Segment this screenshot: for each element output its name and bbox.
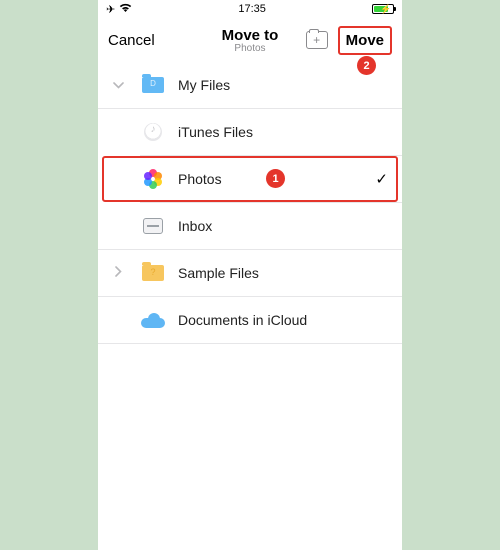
folder-row-inbox[interactable]: Inbox (98, 203, 402, 249)
folder-label: Inbox (168, 218, 388, 234)
checkmark-icon: ✓ (375, 170, 388, 188)
wifi-icon (119, 3, 132, 16)
folder-row-itunes[interactable]: iTunes Files (98, 109, 402, 155)
battery-icon: ⚡ (372, 4, 394, 14)
annotation-callout-1: 1 (266, 169, 285, 188)
inbox-icon (143, 218, 163, 234)
new-folder-icon[interactable]: + (306, 31, 328, 49)
move-button[interactable]: Move (338, 26, 392, 55)
icloud-icon (141, 313, 165, 328)
itunes-icon (144, 123, 162, 141)
folder-label: Sample Files (168, 265, 388, 281)
folder-label: iTunes Files (168, 124, 388, 140)
phone-screen: ✈ 17:35 ⚡ Cancel Move to Photos + Move 2 (98, 0, 402, 550)
chevron-right-icon[interactable] (98, 266, 138, 280)
folder-row-icloud[interactable]: Documents in iCloud (98, 297, 402, 343)
chevron-down-icon[interactable] (98, 78, 138, 92)
folder-row-sample-files[interactable]: Sample Files (98, 250, 402, 296)
status-time: 17:35 (238, 3, 266, 15)
folder-row-photos[interactable]: Photos 1 ✓ (98, 156, 402, 202)
folder-row-my-files[interactable]: My Files (98, 62, 402, 108)
status-bar: ✈ 17:35 ⚡ (98, 0, 402, 18)
nav-bar: Cancel Move to Photos + Move (98, 18, 402, 62)
folder-label: My Files (168, 77, 388, 93)
folder-icon (142, 77, 164, 93)
folder-list: My Files iTunes Files Photos 1 ✓ Inbox (98, 62, 402, 550)
cancel-button[interactable]: Cancel (108, 32, 155, 49)
folder-label: Documents in iCloud (168, 312, 388, 328)
folder-icon (142, 265, 164, 281)
photos-icon (143, 169, 163, 189)
airplane-mode-icon: ✈ (106, 3, 115, 16)
